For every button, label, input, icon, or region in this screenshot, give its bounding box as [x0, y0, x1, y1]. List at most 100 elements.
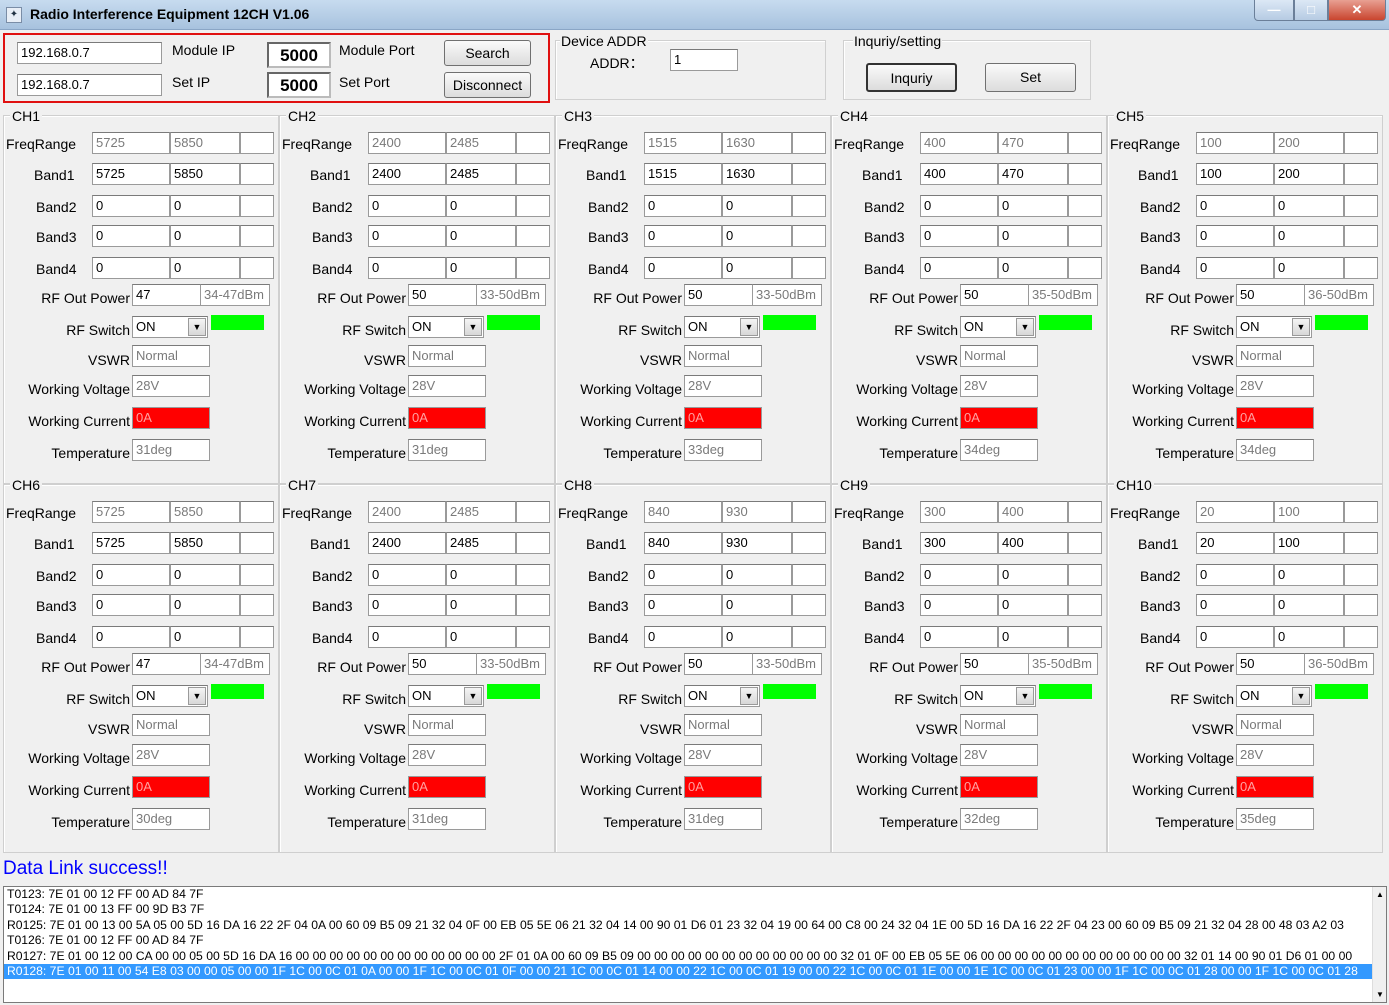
band4-end-field[interactable]: 0	[446, 257, 516, 279]
band1-extra-field[interactable]	[1344, 532, 1378, 554]
band3-extra-field[interactable]	[240, 594, 274, 616]
chevron-down-icon[interactable]: ▼	[464, 318, 482, 336]
chevron-down-icon[interactable]: ▼	[740, 318, 758, 336]
band3-extra-field[interactable]	[792, 594, 826, 616]
band1-end-field[interactable]: 1630	[722, 163, 792, 185]
band3-start-field[interactable]: 0	[920, 594, 998, 616]
band2-extra-field[interactable]	[1068, 195, 1102, 217]
band4-start-field[interactable]: 0	[920, 257, 998, 279]
freq-range-start-field[interactable]: 100	[1196, 132, 1274, 154]
band3-end-field[interactable]: 0	[998, 225, 1068, 247]
band4-extra-field[interactable]	[792, 257, 826, 279]
freq-range-extra-field[interactable]	[516, 132, 550, 154]
band1-extra-field[interactable]	[516, 163, 550, 185]
band3-start-field[interactable]: 0	[368, 225, 446, 247]
band1-extra-field[interactable]	[240, 163, 274, 185]
log-scrollbar[interactable]: ▲ ▼	[1372, 887, 1386, 1002]
band2-start-field[interactable]: 0	[368, 195, 446, 217]
band3-end-field[interactable]: 0	[998, 594, 1068, 616]
rf-out-power-field[interactable]: 50	[408, 284, 478, 306]
band2-end-field[interactable]: 0	[998, 195, 1068, 217]
freq-range-extra-field[interactable]	[516, 501, 550, 523]
rf-switch-select[interactable]: ON ▼	[960, 685, 1036, 707]
band3-start-field[interactable]: 0	[1196, 594, 1274, 616]
band4-end-field[interactable]: 0	[998, 626, 1068, 648]
band3-end-field[interactable]: 0	[446, 594, 516, 616]
rf-out-power-field[interactable]: 50	[960, 284, 1030, 306]
band4-start-field[interactable]: 0	[368, 257, 446, 279]
band2-extra-field[interactable]	[792, 564, 826, 586]
band4-extra-field[interactable]	[240, 626, 274, 648]
rf-switch-select[interactable]: ON ▼	[132, 685, 208, 707]
band4-end-field[interactable]: 0	[1274, 257, 1344, 279]
band1-extra-field[interactable]	[792, 532, 826, 554]
log-line[interactable]: R0125: 7E 01 00 13 00 5A 05 00 5D 16 DA …	[4, 918, 1386, 933]
band2-end-field[interactable]: 0	[446, 564, 516, 586]
band4-extra-field[interactable]	[792, 626, 826, 648]
band2-start-field[interactable]: 0	[644, 195, 722, 217]
band3-end-field[interactable]: 0	[170, 225, 240, 247]
freq-range-start-field[interactable]: 20	[1196, 501, 1274, 523]
rf-out-power-field[interactable]: 50	[684, 284, 754, 306]
rf-out-power-field[interactable]: 47	[132, 653, 202, 675]
freq-range-start-field[interactable]: 2400	[368, 501, 446, 523]
band3-extra-field[interactable]	[1344, 225, 1378, 247]
band4-end-field[interactable]: 0	[446, 626, 516, 648]
log-line[interactable]: T0124: 7E 01 00 13 FF 00 9D B3 7F	[4, 902, 1386, 917]
band1-end-field[interactable]: 2485	[446, 163, 516, 185]
rf-switch-select[interactable]: ON ▼	[408, 685, 484, 707]
rf-out-power-field[interactable]: 50	[684, 653, 754, 675]
band1-start-field[interactable]: 5725	[92, 163, 170, 185]
chevron-down-icon[interactable]: ▼	[464, 687, 482, 705]
band1-start-field[interactable]: 2400	[368, 163, 446, 185]
band2-end-field[interactable]: 0	[446, 195, 516, 217]
band2-end-field[interactable]: 0	[1274, 195, 1344, 217]
band1-extra-field[interactable]	[240, 532, 274, 554]
band1-extra-field[interactable]	[1068, 532, 1102, 554]
log-panel[interactable]: T0123: 7E 01 00 12 FF 00 AD 84 7F T0124: …	[3, 886, 1387, 1003]
band2-end-field[interactable]: 0	[1274, 564, 1344, 586]
chevron-down-icon[interactable]: ▼	[188, 318, 206, 336]
chevron-down-icon[interactable]: ▼	[188, 687, 206, 705]
band1-end-field[interactable]: 400	[998, 532, 1068, 554]
freq-range-start-field[interactable]: 1515	[644, 132, 722, 154]
band2-end-field[interactable]: 0	[722, 564, 792, 586]
chevron-down-icon[interactable]: ▼	[1016, 687, 1034, 705]
freq-range-end-field[interactable]: 1630	[722, 132, 792, 154]
search-button[interactable]: Search	[444, 40, 531, 66]
freq-range-extra-field[interactable]	[1344, 132, 1378, 154]
maximize-button[interactable]: □	[1294, 0, 1328, 21]
band2-extra-field[interactable]	[516, 195, 550, 217]
rf-out-power-field[interactable]: 50	[1236, 653, 1306, 675]
freq-range-extra-field[interactable]	[1068, 501, 1102, 523]
freq-range-extra-field[interactable]	[240, 501, 274, 523]
band1-end-field[interactable]: 5850	[170, 163, 240, 185]
band1-end-field[interactable]: 200	[1274, 163, 1344, 185]
rf-switch-select[interactable]: ON ▼	[684, 685, 760, 707]
band2-end-field[interactable]: 0	[998, 564, 1068, 586]
band3-end-field[interactable]: 0	[446, 225, 516, 247]
band1-start-field[interactable]: 5725	[92, 532, 170, 554]
freq-range-start-field[interactable]: 5725	[92, 501, 170, 523]
close-button[interactable]: ✕	[1328, 0, 1386, 21]
rf-switch-select[interactable]: ON ▼	[132, 316, 208, 338]
band4-end-field[interactable]: 0	[170, 626, 240, 648]
freq-range-end-field[interactable]: 100	[1274, 501, 1344, 523]
band3-start-field[interactable]: 0	[920, 225, 998, 247]
freq-range-start-field[interactable]: 400	[920, 132, 998, 154]
scroll-down-icon[interactable]: ▼	[1373, 987, 1386, 1002]
band1-extra-field[interactable]	[1344, 163, 1378, 185]
band2-start-field[interactable]: 0	[644, 564, 722, 586]
set-button[interactable]: Set	[985, 63, 1076, 92]
band4-extra-field[interactable]	[1344, 257, 1378, 279]
chevron-down-icon[interactable]: ▼	[1292, 318, 1310, 336]
band2-extra-field[interactable]	[240, 564, 274, 586]
band1-start-field[interactable]: 100	[1196, 163, 1274, 185]
chevron-down-icon[interactable]: ▼	[1016, 318, 1034, 336]
freq-range-start-field[interactable]: 840	[644, 501, 722, 523]
band4-extra-field[interactable]	[516, 257, 550, 279]
rf-out-power-field[interactable]: 47	[132, 284, 202, 306]
addr-field[interactable]: 1	[670, 49, 738, 71]
band1-start-field[interactable]: 2400	[368, 532, 446, 554]
band3-start-field[interactable]: 0	[92, 225, 170, 247]
